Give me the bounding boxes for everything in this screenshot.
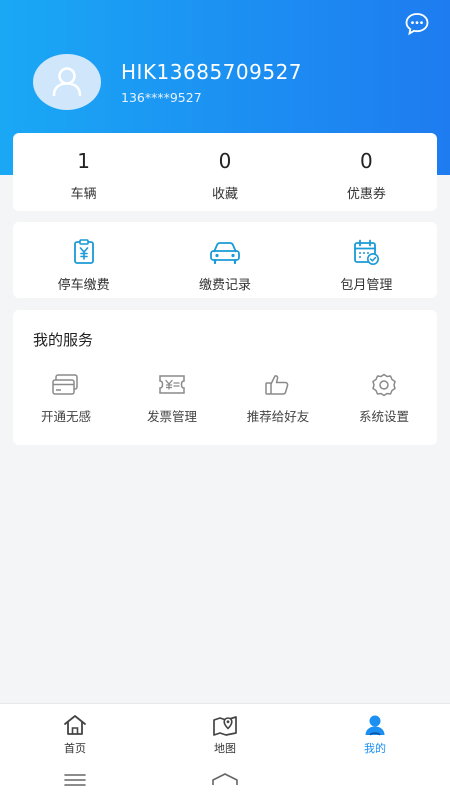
- map-icon: [213, 716, 237, 736]
- stat-coupons[interactable]: 0 优惠券: [296, 133, 437, 211]
- section-title: 我的服务: [33, 331, 94, 349]
- stat-favorites[interactable]: 0 收藏: [154, 133, 295, 211]
- user-icon: [365, 715, 385, 736]
- tab-mine[interactable]: 我的: [300, 704, 450, 760]
- service-label: 发票管理: [146, 409, 197, 424]
- stat-label: 优惠券: [346, 187, 386, 202]
- recommend-friends-button[interactable]: 推荐给好友: [225, 372, 331, 425]
- invoice-management-button[interactable]: 发票管理: [119, 372, 225, 425]
- message-icon[interactable]: [404, 11, 430, 37]
- home-outline-icon: [212, 773, 238, 785]
- thumbs-up-icon: [265, 375, 289, 395]
- my-services-card: 我的服务 开通无感 发票管理 推荐给好友 系统设置: [13, 310, 437, 445]
- invoice-icon: [159, 375, 185, 394]
- username: HIK13685709527: [121, 60, 303, 84]
- tab-label: 我的: [364, 742, 386, 755]
- phone-number: 136****9527: [121, 90, 202, 105]
- calendar-check-icon: [354, 239, 380, 265]
- quick-action-label: 包月管理: [340, 278, 393, 293]
- system-menu-button[interactable]: [0, 760, 150, 800]
- tab-label: 首页: [64, 742, 86, 755]
- stat-value: 0: [218, 149, 232, 173]
- stat-value: 1: [77, 149, 91, 173]
- services-grid: 开通无感 发票管理 推荐给好友 系统设置: [13, 372, 437, 425]
- stat-vehicles[interactable]: 1 车辆: [13, 133, 154, 211]
- service-label: 推荐给好友: [246, 409, 310, 424]
- gear-icon: [372, 373, 396, 397]
- quick-action-label: 缴费记录: [198, 278, 251, 293]
- system-home-button[interactable]: [150, 760, 300, 800]
- user-avatar-icon: [52, 67, 82, 97]
- parking-payment-icon: [73, 239, 94, 264]
- quick-actions-card: 停车缴费 缴费记录 包月管理: [13, 222, 437, 298]
- home-icon: [64, 715, 86, 735]
- avatar[interactable]: [33, 54, 101, 110]
- tab-home[interactable]: 首页: [0, 704, 150, 760]
- system-settings-button[interactable]: 系统设置: [331, 372, 437, 425]
- quick-action-label: 停车缴费: [57, 278, 110, 293]
- monthly-management-button[interactable]: 包月管理: [296, 222, 437, 298]
- system-back-button[interactable]: [300, 760, 450, 800]
- payment-records-button[interactable]: 缴费记录: [154, 222, 295, 298]
- activate-seamless-button[interactable]: 开通无感: [13, 372, 119, 425]
- tab-label: 地图: [214, 742, 236, 755]
- stats-card: 1 车辆 0 收藏 0 优惠券: [13, 133, 437, 211]
- stat-label: 收藏: [211, 187, 238, 202]
- service-label: 开通无感: [40, 409, 91, 424]
- bottom-tab-bar: 首页 地图 我的: [0, 703, 450, 760]
- car-icon: [210, 242, 240, 265]
- parking-payment-button[interactable]: 停车缴费: [13, 222, 154, 298]
- stat-value: 0: [359, 149, 373, 173]
- card-icon: [52, 374, 78, 395]
- menu-icon: [64, 774, 86, 786]
- system-navigation-bar: [0, 760, 450, 800]
- tab-map[interactable]: 地图: [150, 704, 300, 760]
- stat-label: 车辆: [70, 187, 97, 202]
- service-label: 系统设置: [358, 409, 409, 424]
